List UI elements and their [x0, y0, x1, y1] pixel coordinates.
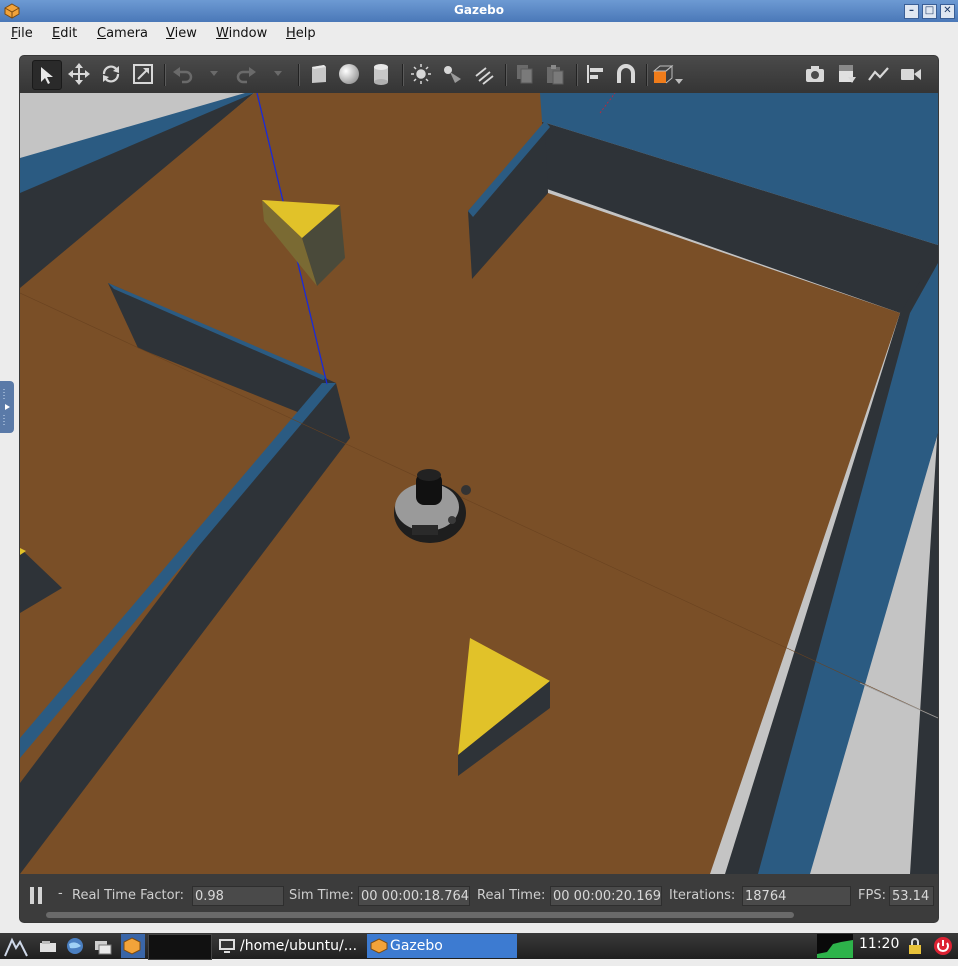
select-arrow-icon[interactable] [32, 60, 62, 90]
redo-history-icon[interactable] [264, 60, 292, 88]
point-light-icon[interactable] [407, 60, 435, 88]
terminal-icon [219, 939, 235, 953]
menu-view[interactable]: View [166, 26, 197, 41]
scene-viewport[interactable] [20, 93, 938, 874]
windows-icon[interactable] [92, 934, 116, 958]
menu-file[interactable]: File [11, 26, 33, 41]
minimize-button[interactable]: – [904, 4, 919, 19]
cylinder-shape-icon[interactable] [367, 60, 395, 88]
lock-icon[interactable] [906, 934, 924, 958]
iterations-value: 18764 [742, 886, 851, 906]
plot-icon[interactable] [865, 60, 893, 88]
video-record-icon[interactable] [897, 60, 925, 88]
screenshot-icon[interactable] [801, 60, 829, 88]
menu-edit[interactable]: Edit [52, 26, 77, 41]
gazebo-scene [20, 93, 938, 874]
window-title: Gazebo [454, 3, 504, 17]
align-icon[interactable] [581, 60, 609, 88]
status-bar: - Real Time Factor: 0.98 Sim Time: 00 00… [20, 874, 938, 922]
step-marker: - [58, 886, 63, 901]
paste-icon[interactable] [541, 60, 569, 88]
undo-icon[interactable] [169, 60, 197, 88]
gazebo-task-label: Gazebo [390, 938, 443, 954]
taskbar-gazebo-task[interactable]: Gazebo [367, 934, 517, 958]
fps-label: FPS: [858, 888, 886, 903]
box-shape-icon[interactable] [304, 60, 332, 88]
pause-icon[interactable] [30, 887, 44, 905]
real-time-value: 00 00:00:20.169 [550, 886, 662, 906]
scale-icon[interactable] [129, 60, 157, 88]
redo-icon[interactable] [232, 60, 260, 88]
copy-icon[interactable] [510, 60, 538, 88]
undo-history-icon[interactable] [200, 60, 228, 88]
real-time-factor-label: Real Time Factor: [72, 888, 185, 903]
maximize-button[interactable]: □ [922, 4, 937, 19]
horizontal-scrollbar[interactable] [46, 912, 794, 918]
window-titlebar[interactable]: Gazebo – □ ✕ [0, 0, 958, 22]
sphere-shape-icon[interactable] [335, 60, 363, 88]
menu-bar: File Edit Camera View Window Help [0, 22, 958, 46]
browser-icon[interactable] [64, 934, 88, 958]
menu-camera[interactable]: Camera [97, 26, 148, 41]
log-icon[interactable] [833, 60, 861, 88]
file-manager-icon[interactable] [38, 934, 62, 958]
sim-time-value: 00 00:00:18.764 [358, 886, 470, 906]
gazebo-launcher-icon[interactable] [121, 934, 145, 958]
sim-time-label: Sim Time: [289, 888, 354, 903]
close-button[interactable]: ✕ [940, 4, 955, 19]
menu-window[interactable]: Window [216, 26, 267, 41]
real-time-factor-value: 0.98 [192, 886, 284, 906]
directional-light-icon[interactable] [470, 60, 498, 88]
terminal-task-label: /home/ubuntu/... [240, 938, 358, 954]
scene-toolbar [20, 56, 938, 93]
fps-value: 53.14 [889, 886, 934, 906]
taskbar-clock: 11:20 [859, 936, 900, 952]
menu-help[interactable]: Help [286, 26, 316, 41]
rotate-icon[interactable] [97, 60, 125, 88]
iterations-label: Iterations: [669, 888, 736, 903]
power-icon[interactable] [932, 934, 954, 958]
cpu-monitor [817, 934, 853, 958]
taskbar-terminal-task[interactable]: /home/ubuntu/... [216, 934, 362, 958]
left-panel-toggle[interactable] [0, 381, 14, 433]
workspace-switcher[interactable] [148, 934, 212, 960]
translate-icon[interactable] [65, 60, 93, 88]
gazebo-task-icon [370, 938, 388, 954]
spot-light-icon[interactable] [438, 60, 466, 88]
real-time-label: Real Time: [477, 888, 546, 903]
expand-arrow-icon [3, 389, 10, 425]
snap-icon[interactable] [612, 60, 640, 88]
view-angle-icon[interactable] [651, 60, 687, 88]
taskbar: /home/ubuntu/... Gazebo 11:20 [0, 933, 958, 960]
start-menu-icon[interactable] [2, 934, 32, 958]
